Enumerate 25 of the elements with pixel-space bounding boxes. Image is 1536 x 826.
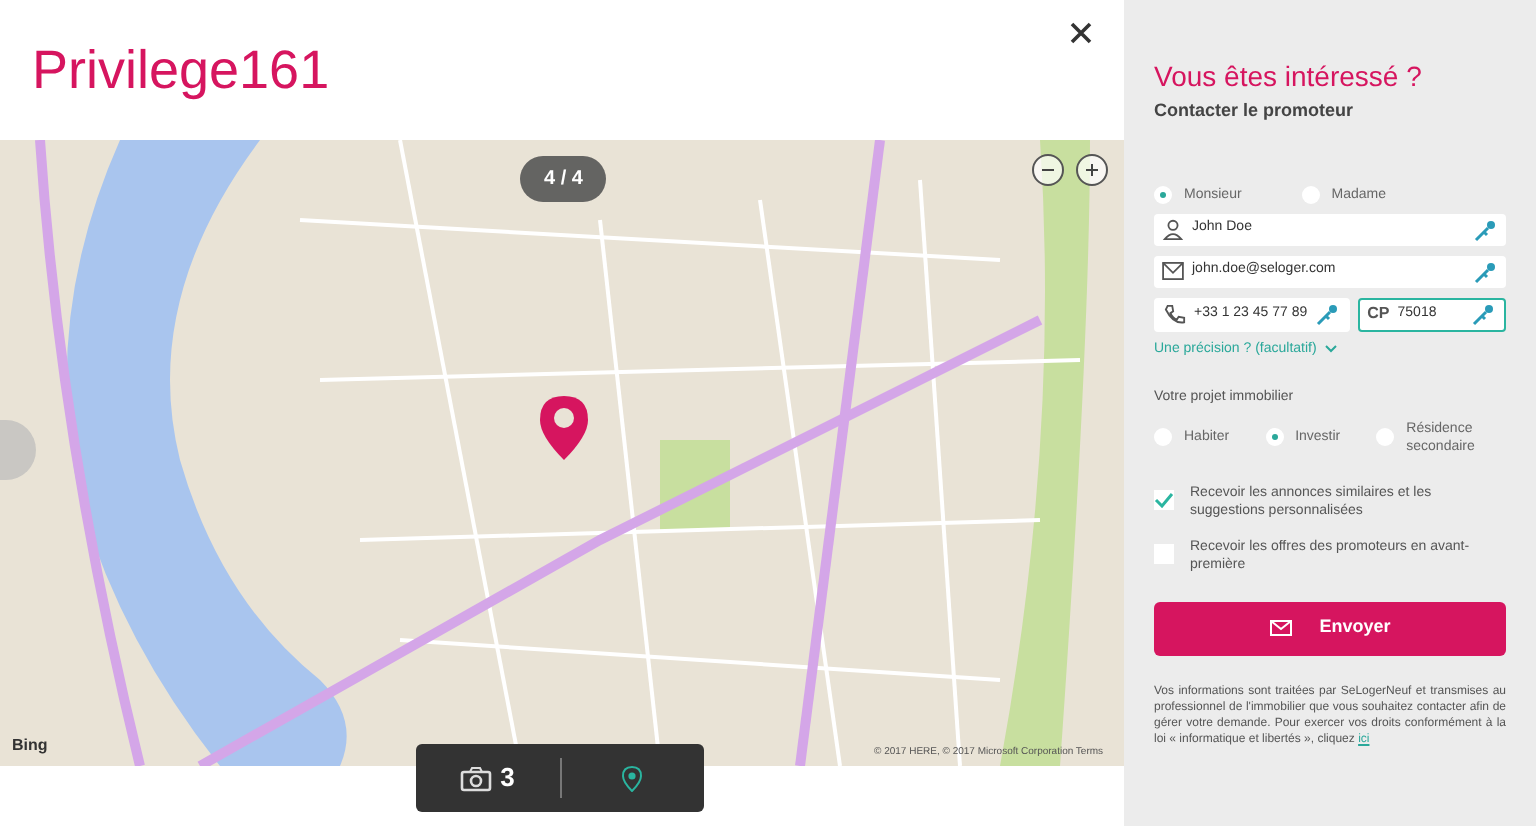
postcode-prefix: CP xyxy=(1367,302,1390,326)
send-button[interactable]: Envoyer xyxy=(1154,601,1506,655)
person-icon xyxy=(1162,218,1184,240)
key-icon xyxy=(1474,259,1498,283)
photo-count: 3 xyxy=(500,760,515,797)
image-counter: 4 / 4 xyxy=(520,156,607,202)
radio-button[interactable] xyxy=(1154,185,1172,203)
plus-icon xyxy=(1084,162,1100,178)
location-pin-icon[interactable] xyxy=(622,765,643,791)
form-subheading: Contacter le promoteur xyxy=(1154,98,1356,124)
chevron-down-icon xyxy=(1324,344,1339,355)
camera-icon[interactable] xyxy=(460,765,493,791)
radio-button[interactable] xyxy=(1265,428,1284,446)
mail-icon xyxy=(1162,262,1184,280)
map-logo: Bing xyxy=(12,734,48,758)
mail-icon xyxy=(1269,620,1292,636)
checkbox[interactable] xyxy=(1154,489,1174,509)
key-icon xyxy=(1474,217,1498,241)
phone-icon xyxy=(1164,303,1186,325)
page-title: Privilege161 xyxy=(32,43,330,97)
form-heading: Vous êtes intéressé ? xyxy=(1154,60,1424,92)
map-pin-icon xyxy=(540,396,588,460)
key-icon xyxy=(1472,302,1496,326)
close-icon[interactable] xyxy=(1070,21,1092,43)
key-icon xyxy=(1315,302,1340,326)
